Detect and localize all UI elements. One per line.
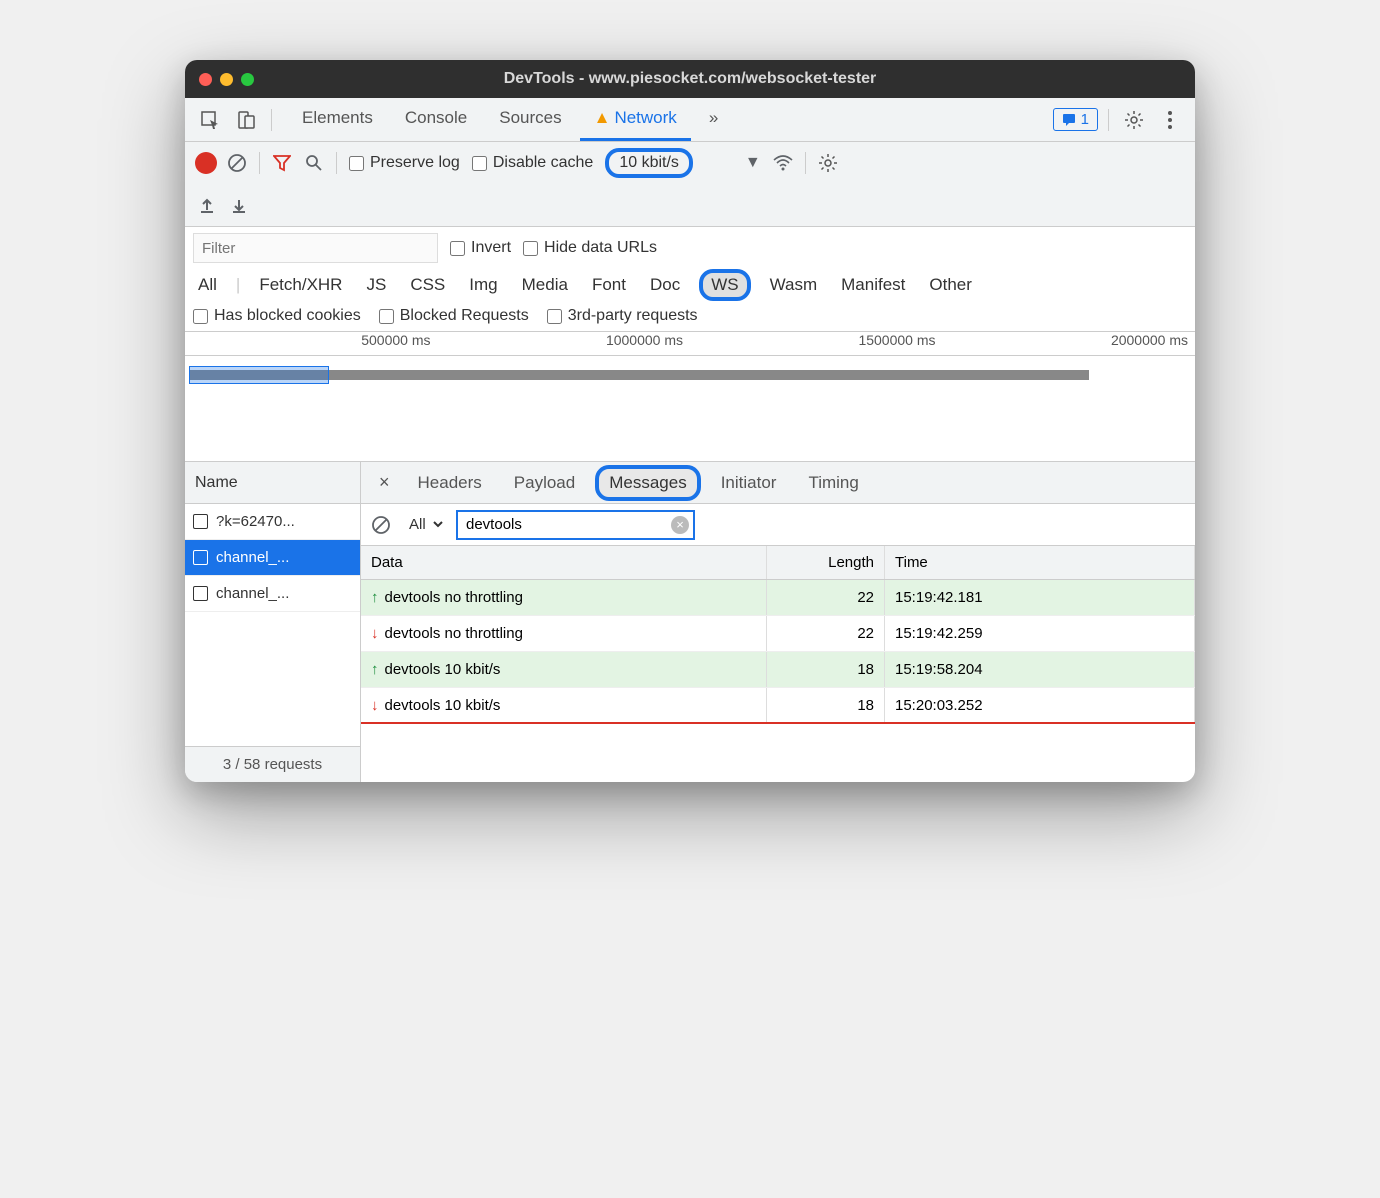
network-settings-gear-icon[interactable] bbox=[818, 153, 838, 173]
window-title: DevTools - www.piesocket.com/websocket-t… bbox=[185, 70, 1195, 88]
arrow-down-icon: ↓ bbox=[371, 625, 379, 642]
filter-ws[interactable]: WS bbox=[699, 269, 750, 301]
col-time[interactable]: Time bbox=[885, 546, 1195, 579]
tabs-overflow[interactable]: » bbox=[695, 98, 732, 141]
col-data[interactable]: Data bbox=[361, 546, 767, 579]
timeline-mark: 1500000 ms bbox=[690, 332, 943, 355]
filter-css[interactable]: CSS bbox=[405, 272, 450, 298]
split-view: Name ?k=62470... channel_... channel_...… bbox=[185, 462, 1195, 782]
detail-tabs: × Headers Payload Messages Initiator Tim… bbox=[361, 462, 1195, 504]
download-har-icon[interactable] bbox=[229, 195, 249, 215]
traffic-lights bbox=[199, 73, 254, 86]
network-toolbar: Preserve log Disable cache 10 kbit/s ▼ bbox=[185, 142, 1195, 227]
tab-initiator[interactable]: Initiator bbox=[709, 465, 789, 501]
close-detail-icon[interactable]: × bbox=[371, 468, 398, 497]
file-icon bbox=[193, 586, 208, 601]
warning-icon: ▲ bbox=[594, 108, 611, 127]
detail-pane: × Headers Payload Messages Initiator Tim… bbox=[361, 462, 1195, 782]
request-row[interactable]: ?k=62470... bbox=[185, 504, 360, 540]
filter-media[interactable]: Media bbox=[517, 272, 573, 298]
timeline-mark: 1000000 ms bbox=[438, 332, 691, 355]
separator bbox=[1108, 109, 1109, 131]
separator bbox=[271, 109, 272, 131]
tab-payload[interactable]: Payload bbox=[502, 465, 587, 501]
tab-console[interactable]: Console bbox=[391, 98, 481, 141]
timeline-mark: 2000000 ms bbox=[943, 332, 1196, 355]
filter-section: Invert Hide data URLs All | Fetch/XHR JS… bbox=[185, 227, 1195, 332]
tab-messages[interactable]: Messages bbox=[595, 465, 700, 501]
filter-img[interactable]: Img bbox=[464, 272, 502, 298]
wifi-icon[interactable] bbox=[773, 153, 793, 173]
kebab-menu-icon[interactable] bbox=[1155, 105, 1185, 135]
message-type-select[interactable]: All bbox=[401, 511, 446, 538]
messages-toolbar: All × bbox=[361, 504, 1195, 546]
devtools-window: DevTools - www.piesocket.com/websocket-t… bbox=[185, 60, 1195, 782]
main-tabs-row: Elements Console Sources ▲Network » 1 bbox=[185, 98, 1195, 142]
filter-fetch-xhr[interactable]: Fetch/XHR bbox=[254, 272, 347, 298]
request-row[interactable]: channel_... bbox=[185, 540, 360, 576]
has-blocked-cookies-checkbox[interactable]: Has blocked cookies bbox=[193, 307, 361, 325]
filter-funnel-icon[interactable] bbox=[272, 153, 292, 173]
blocked-requests-checkbox[interactable]: Blocked Requests bbox=[379, 307, 529, 325]
filter-all[interactable]: All bbox=[193, 272, 222, 298]
arrow-down-icon: ↓ bbox=[371, 697, 379, 714]
message-row[interactable]: ↑devtools no throttling 22 15:19:42.181 bbox=[361, 580, 1195, 616]
chat-icon bbox=[1062, 113, 1076, 127]
messages-header-row: Data Length Time bbox=[361, 546, 1195, 580]
clear-messages-icon[interactable] bbox=[371, 515, 391, 535]
message-row[interactable]: ↓devtools no throttling 22 15:19:42.259 bbox=[361, 616, 1195, 652]
hide-data-urls-checkbox[interactable]: Hide data URLs bbox=[523, 239, 657, 257]
clear-icon[interactable] bbox=[227, 153, 247, 173]
resource-type-filters: All | Fetch/XHR JS CSS Img Media Font Do… bbox=[193, 269, 1187, 301]
throttling-dropdown[interactable]: 10 kbit/s bbox=[605, 148, 693, 178]
record-button[interactable] bbox=[197, 154, 215, 172]
issues-badge[interactable]: 1 bbox=[1053, 108, 1098, 131]
file-icon bbox=[193, 550, 208, 565]
filter-wasm[interactable]: Wasm bbox=[765, 272, 823, 298]
requests-footer: 3 / 58 requests bbox=[185, 746, 360, 782]
message-row[interactable]: ↑devtools 10 kbit/s 18 15:19:58.204 bbox=[361, 652, 1195, 688]
main-tabs: Elements Console Sources ▲Network » bbox=[288, 98, 732, 141]
timeline-selection[interactable] bbox=[189, 366, 329, 384]
arrow-up-icon: ↑ bbox=[371, 661, 379, 678]
tab-timing[interactable]: Timing bbox=[796, 465, 870, 501]
maximize-window-button[interactable] bbox=[241, 73, 254, 86]
filter-input[interactable] bbox=[193, 233, 438, 263]
tab-network[interactable]: ▲Network bbox=[580, 98, 691, 141]
minimize-window-button[interactable] bbox=[220, 73, 233, 86]
clear-filter-icon[interactable]: × bbox=[671, 516, 689, 534]
message-filter-input[interactable] bbox=[456, 510, 695, 540]
tab-sources[interactable]: Sources bbox=[485, 98, 575, 141]
upload-har-icon[interactable] bbox=[197, 195, 217, 215]
col-length[interactable]: Length bbox=[767, 546, 885, 579]
filter-font[interactable]: Font bbox=[587, 272, 631, 298]
timeline-overview[interactable]: 500000 ms 1000000 ms 1500000 ms 2000000 … bbox=[185, 332, 1195, 462]
titlebar: DevTools - www.piesocket.com/websocket-t… bbox=[185, 60, 1195, 98]
close-window-button[interactable] bbox=[199, 73, 212, 86]
message-row[interactable]: ↓devtools 10 kbit/s 18 15:20:03.252 bbox=[361, 688, 1195, 724]
file-icon bbox=[193, 514, 208, 529]
search-icon[interactable] bbox=[304, 153, 324, 173]
device-toolbar-icon[interactable] bbox=[231, 105, 261, 135]
filter-manifest[interactable]: Manifest bbox=[836, 272, 910, 298]
messages-table: Data Length Time ↑devtools no throttling… bbox=[361, 546, 1195, 782]
inspect-element-icon[interactable] bbox=[195, 105, 225, 135]
invert-checkbox[interactable]: Invert bbox=[450, 239, 511, 257]
dropdown-chevron-icon[interactable]: ▼ bbox=[745, 154, 761, 172]
timeline-mark: 500000 ms bbox=[185, 332, 438, 355]
preserve-log-checkbox[interactable]: Preserve log bbox=[349, 154, 460, 172]
disable-cache-checkbox[interactable]: Disable cache bbox=[472, 154, 594, 172]
third-party-requests-checkbox[interactable]: 3rd-party requests bbox=[547, 307, 698, 325]
tab-headers[interactable]: Headers bbox=[406, 465, 494, 501]
settings-gear-icon[interactable] bbox=[1119, 105, 1149, 135]
request-row[interactable]: channel_... bbox=[185, 576, 360, 612]
tab-elements[interactable]: Elements bbox=[288, 98, 387, 141]
filter-other[interactable]: Other bbox=[924, 272, 977, 298]
requests-header: Name bbox=[185, 462, 360, 504]
filter-doc[interactable]: Doc bbox=[645, 272, 685, 298]
arrow-up-icon: ↑ bbox=[371, 589, 379, 606]
filter-js[interactable]: JS bbox=[361, 272, 391, 298]
requests-list: Name ?k=62470... channel_... channel_...… bbox=[185, 462, 361, 782]
